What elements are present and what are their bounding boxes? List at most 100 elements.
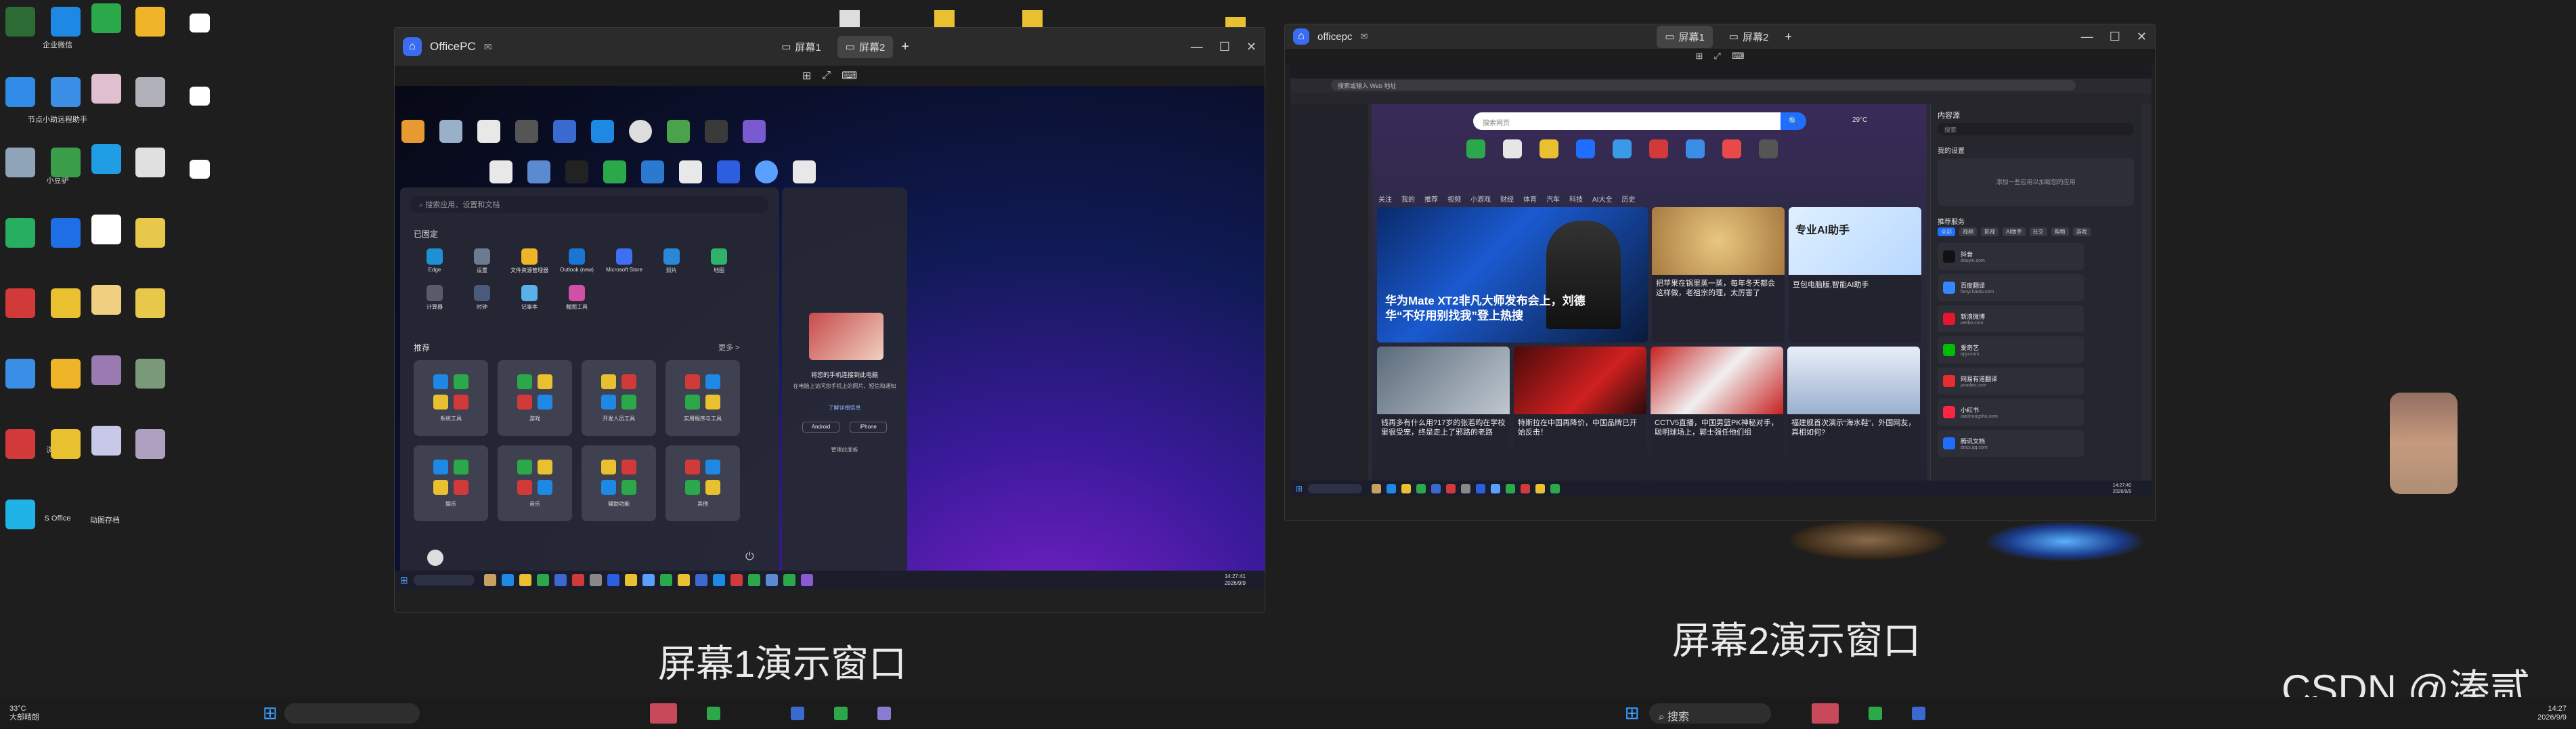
app-icon[interactable]	[91, 355, 121, 385]
pinned-app[interactable]: Edge	[414, 248, 456, 274]
fit-screen-icon[interactable]: ⊞	[1695, 51, 1703, 62]
news-tab[interactable]: 财经	[1500, 194, 1514, 204]
minimize-icon[interactable]: —	[2081, 30, 2093, 44]
app-folder[interactable]: 实用程序与工具	[665, 360, 740, 436]
taskbar-search[interactable]	[413, 575, 475, 586]
taskbar-app-icon[interactable]	[571, 574, 584, 586]
filter-chip[interactable]: 游戏	[2072, 227, 2091, 236]
weather-widget[interactable]: 29°C	[1852, 116, 1867, 124]
app-icon[interactable]	[565, 160, 588, 183]
news-tab[interactable]: 小游戏	[1470, 194, 1491, 204]
taskbar-app-icon[interactable]	[483, 574, 496, 586]
fullscreen-icon[interactable]: ⤢	[1713, 51, 1720, 62]
app-icon[interactable]	[5, 359, 35, 389]
fullscreen-icon[interactable]: ⤢	[822, 70, 831, 82]
app-icon[interactable]	[190, 14, 210, 32]
app-icon[interactable]	[401, 120, 424, 143]
keyboard-icon[interactable]: ⌨	[842, 69, 857, 83]
tab-screen2[interactable]: ▭ 屏幕2	[837, 35, 894, 58]
news-tab[interactable]: 汽车	[1546, 194, 1560, 204]
taskbar-app-icon[interactable]	[659, 574, 672, 586]
taskbar-app-icon[interactable]	[501, 574, 514, 586]
taskbar-app-icon[interactable]	[649, 703, 677, 724]
app-icon[interactable]	[5, 7, 35, 37]
app-icon[interactable]	[553, 120, 576, 143]
service-item[interactable]: 新浪微博 weibo.com	[1938, 305, 2084, 332]
app-icon[interactable]	[489, 160, 512, 183]
pinned-app[interactable]: 照片	[651, 248, 693, 274]
filter-chip[interactable]: 社交	[2029, 227, 2047, 236]
service-item[interactable]: 小红书 xiaohongshu.com	[1938, 399, 2084, 426]
keyboard-icon[interactable]: ⌨	[1732, 51, 1745, 62]
user-avatar[interactable]	[427, 550, 443, 566]
app-icon[interactable]	[190, 160, 210, 179]
taskbar-app-icon[interactable]	[624, 574, 637, 586]
app-icon[interactable]	[51, 148, 81, 177]
add-tab-icon[interactable]: +	[901, 39, 909, 55]
message-icon[interactable]: ✉	[1360, 31, 1368, 42]
filter-chip[interactable]: 购物	[2051, 227, 2069, 236]
window-titlebar[interactable]: ⌂ officepc ✉ ▭ 屏幕1 ▭ 屏幕2 + — ☐ ✕	[1285, 24, 2155, 49]
search-button[interactable]: 🔍	[1781, 112, 1806, 130]
taskbar-app-icon[interactable]	[747, 574, 760, 586]
taskbar-app-icon[interactable]	[783, 574, 795, 586]
taskbar-app-icon[interactable]	[833, 706, 848, 720]
app-icon[interactable]	[5, 288, 35, 318]
tab-screen1[interactable]: ▭ 屏幕1	[1657, 25, 1713, 48]
close-icon[interactable]: ✕	[1246, 40, 1257, 54]
manage-panel-link[interactable]: 管理此面板	[789, 446, 900, 454]
app-folder[interactable]: 音乐	[498, 445, 572, 521]
taskbar-app-icon[interactable]	[1446, 484, 1456, 493]
pinned-app[interactable]: Outlook (new)	[556, 248, 598, 274]
pinned-app[interactable]: 文件资源管理器	[508, 248, 550, 274]
start-icon-2[interactable]: ⊞	[1625, 703, 1640, 724]
taskbar-app-icon[interactable]	[554, 574, 567, 586]
quick-link-icon[interactable]	[1759, 139, 1778, 158]
app-icon[interactable]	[51, 288, 81, 318]
taskbar-app-icon[interactable]	[1506, 484, 1516, 493]
address-bar[interactable]: 搜索或输入 Web 地址	[1331, 80, 2076, 91]
taskbar-app-icon[interactable]	[1521, 484, 1531, 493]
app-icon[interactable]	[5, 148, 35, 177]
taskbar-app-icon[interactable]	[607, 574, 619, 586]
app-icon[interactable]	[5, 218, 35, 248]
filter-chip[interactable]: AI助手	[2003, 227, 2026, 236]
taskbar-app-icon[interactable]	[1491, 484, 1501, 493]
news-card[interactable]: 钱再多有什么用?17岁的张若昀在学校里很受宠，终是走上了邪路的老路	[1377, 347, 1510, 482]
quick-link-icon[interactable]	[1649, 139, 1668, 158]
app-folder[interactable]: 辅助功能	[582, 445, 656, 521]
app-icon[interactable]	[135, 429, 165, 459]
start-icon[interactable]: ⊞	[263, 703, 278, 724]
filter-chip[interactable]: 影视	[1981, 227, 1999, 236]
taskbar-search[interactable]: ⌕ 搜索	[1649, 703, 1771, 724]
filter-chip[interactable]: 全部	[1938, 227, 1955, 236]
service-item[interactable]: 爱奇艺 iqiyi.com	[1938, 336, 2084, 363]
avatar[interactable]	[629, 120, 652, 143]
app-folder[interactable]: 系统工具	[414, 360, 488, 436]
fit-screen-icon[interactable]: ⊞	[802, 69, 811, 83]
phone-panel-link[interactable]: 了解详细信息	[789, 404, 900, 412]
tab-screen1[interactable]: ▭ 屏幕1	[773, 36, 829, 58]
folder-icon[interactable]	[51, 429, 81, 459]
taskbar-app-icon[interactable]	[536, 574, 549, 586]
window-titlebar[interactable]: ⌂ OfficePC ✉ ▭ 屏幕1 ▭ 屏幕2 + — ☐ ✕	[395, 28, 1265, 66]
app-icon[interactable]	[51, 77, 81, 107]
taskbar-app-icon[interactable]	[519, 574, 531, 586]
minimize-icon[interactable]: —	[1191, 40, 1203, 54]
news-tab[interactable]: 推荐	[1424, 194, 1438, 204]
maximize-icon[interactable]: ☐	[1219, 40, 1230, 54]
web-search-input[interactable]: 搜索网页	[1473, 112, 1805, 130]
app-icon[interactable]	[793, 160, 816, 183]
taskbar-app-icon[interactable]	[800, 574, 813, 586]
news-card-ad[interactable]: 专业AI助手 豆包电脑版,智能AI助手	[1789, 207, 1921, 343]
app-icon[interactable]	[743, 120, 766, 143]
app-folder[interactable]: 游戏	[498, 360, 572, 436]
taskbar-app-icon[interactable]	[677, 574, 690, 586]
taskbar-app-icon[interactable]	[1911, 706, 1925, 720]
app-icon[interactable]	[91, 285, 121, 315]
app-icon[interactable]	[135, 148, 165, 177]
taskbar-app-icon[interactable]	[1476, 484, 1486, 493]
start-icon[interactable]: ⊞	[400, 575, 408, 586]
news-card[interactable]: 福建舰首次演示“海水鞋”，外国网友，真相如何?	[1787, 347, 1920, 482]
folder-icon[interactable]	[934, 10, 955, 27]
